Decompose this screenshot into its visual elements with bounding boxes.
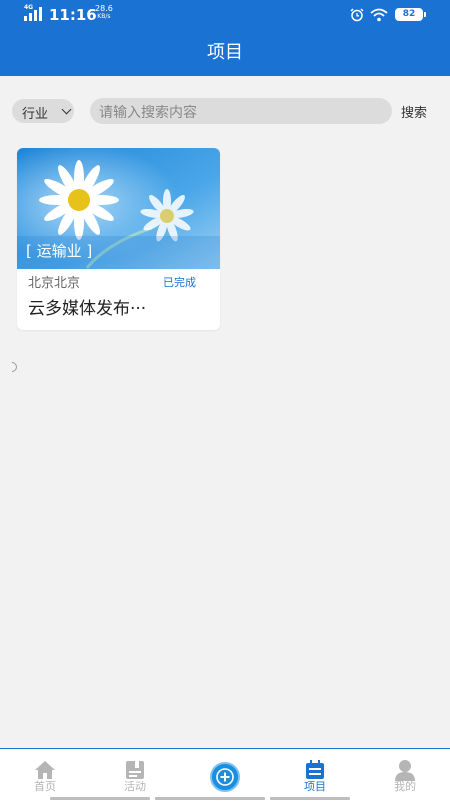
page-title: 项目 [207, 42, 243, 63]
speed-unit: KB/s [97, 13, 111, 20]
tab-home[interactable]: 首页 [0, 749, 90, 801]
signal-icon [24, 7, 42, 21]
add-button[interactable] [210, 762, 240, 792]
bottom-tab-bar: 首页 活动 项目 我的 [0, 748, 450, 801]
battery-indicator: 82 [395, 8, 423, 21]
tab-activity[interactable]: 活动 [90, 749, 180, 801]
tab-mine[interactable]: 我的 [360, 749, 450, 801]
tab-add[interactable] [180, 749, 270, 801]
loading-spinner-icon [4, 359, 20, 375]
industry-filter-label: 行业 [22, 107, 49, 122]
status-time: 11:16 [49, 6, 97, 24]
app-header: 4G 11:16 28.6 KB/s 82 项目 [0, 0, 450, 76]
tab-label: 我的 [394, 780, 416, 793]
search-input[interactable]: 请输入搜索内容 [90, 98, 392, 124]
add-icon [216, 768, 234, 786]
tab-label: 项目 [304, 780, 326, 793]
industry-filter-dropdown[interactable]: 行业 [12, 99, 74, 123]
status-bar: 4G 11:16 28.6 KB/s 82 [0, 0, 450, 30]
project-location: 北京北京 [28, 276, 81, 291]
project-status: 已完成 [163, 276, 196, 289]
project-card[interactable]: [ 运输业 ] 北京北京 已完成 云多媒体发布··· [17, 148, 220, 330]
battery-tip [424, 12, 426, 17]
tab-projects[interactable]: 项目 [270, 749, 360, 801]
speed-value: 28.6 [95, 4, 113, 13]
search-placeholder: 请输入搜索内容 [99, 105, 197, 121]
network-speed: 28.6 KB/s [95, 5, 113, 21]
chevron-down-icon [61, 104, 72, 115]
wifi-icon [370, 8, 388, 22]
alarm-icon [350, 8, 364, 22]
tab-label: 首页 [34, 780, 56, 793]
tab-label: 活动 [124, 780, 146, 793]
search-button[interactable]: 搜索 [401, 102, 427, 121]
project-industry-tag: [ 运输业 ] [26, 242, 93, 260]
project-name: 云多媒体发布··· [28, 299, 147, 319]
